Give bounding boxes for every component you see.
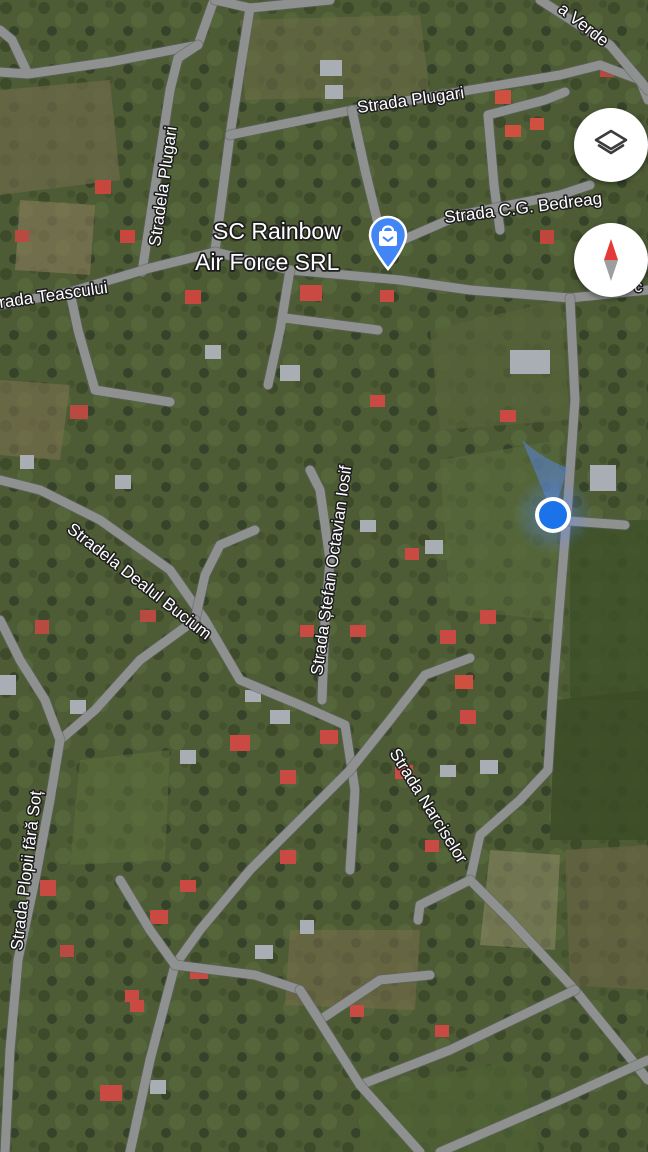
layers-button[interactable] xyxy=(574,108,648,182)
compass-icon xyxy=(604,239,618,281)
poi-name-line2: Air Force SRL xyxy=(195,249,340,275)
compass-button[interactable] xyxy=(574,223,648,297)
poi-name-line1: SC Rainbow xyxy=(213,218,341,244)
layers-icon xyxy=(594,129,628,155)
satellite-map[interactable]: Strada Plugari Stradela Plugari Strada C… xyxy=(0,0,648,1152)
